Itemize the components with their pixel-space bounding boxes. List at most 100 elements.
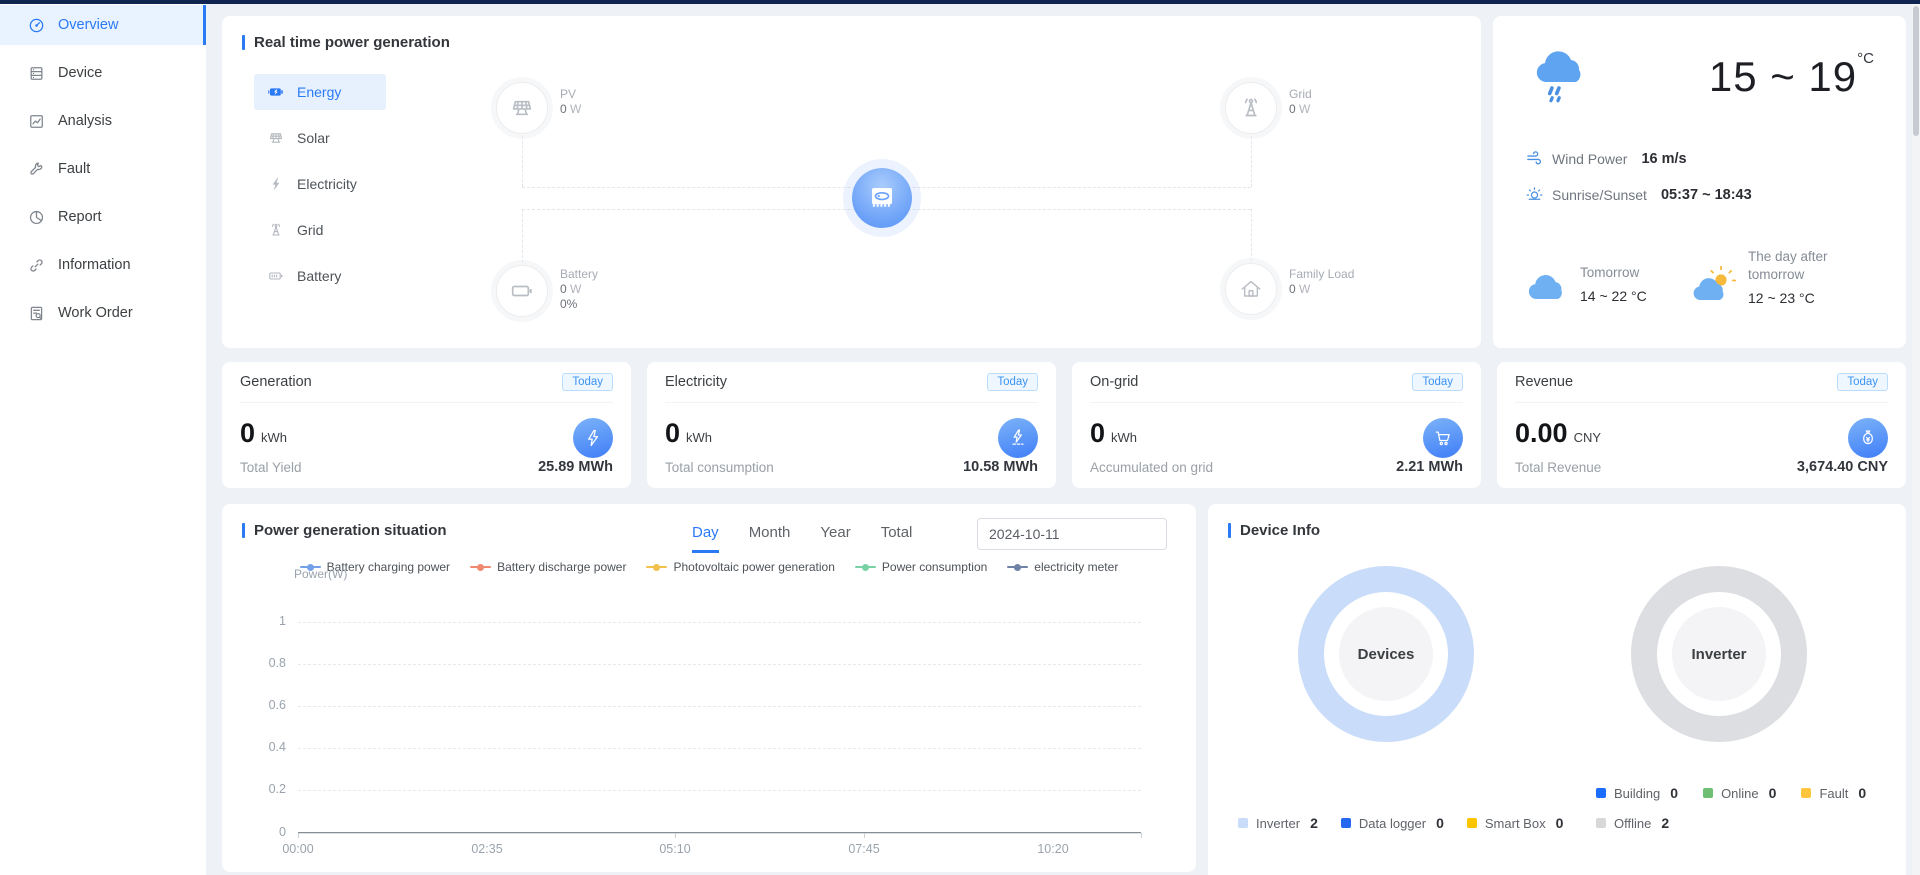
tab-battery[interactable]: Battery xyxy=(254,258,386,294)
pv-name: PV xyxy=(560,87,581,102)
devices-donut-chart: Devices xyxy=(1298,566,1474,742)
date-picker[interactable] xyxy=(977,518,1167,550)
wind-power-value: 16 m/s xyxy=(1641,151,1686,167)
card-footer-value: 25.89 MWh xyxy=(538,459,613,475)
today-badge[interactable]: Today xyxy=(1837,373,1888,391)
sidebar-item-label: Work Order xyxy=(58,305,133,321)
family-load-node xyxy=(1225,263,1277,315)
tab-solar[interactable]: Solar xyxy=(254,120,386,156)
sunrise-icon xyxy=(1526,186,1543,203)
device-info-panel: Device Info Devices Inverter Building 0 xyxy=(1208,504,1906,875)
wind-power-row: Wind Power 16 m/s xyxy=(1526,150,1687,167)
solar-panel-icon xyxy=(268,130,284,146)
x-tick: 07:45 xyxy=(834,842,894,856)
tomorrow-label: Tomorrow xyxy=(1580,264,1647,282)
legend-fault[interactable]: Fault 0 xyxy=(1801,785,1866,801)
legend-online[interactable]: Online 0 xyxy=(1703,785,1776,801)
flow-line-battery xyxy=(522,209,523,263)
bolt-icon xyxy=(573,418,613,458)
date-input[interactable] xyxy=(989,526,1170,542)
scrollbar-thumb[interactable] xyxy=(1913,6,1919,136)
card-title: Electricity xyxy=(665,374,727,390)
energy-battery-icon xyxy=(268,84,284,100)
x-tick: 05:10 xyxy=(645,842,705,856)
antenna-icon xyxy=(1239,96,1263,120)
wind-power-label: Wind Power xyxy=(1552,151,1627,167)
gauge-icon xyxy=(28,17,45,34)
legend-electricity-meter[interactable]: electricity meter xyxy=(1007,560,1118,574)
today-badge[interactable]: Today xyxy=(1412,373,1463,391)
sidebar-item-analysis[interactable]: Analysis xyxy=(0,101,206,141)
tomorrow-range: 14 ~ 22 °C xyxy=(1580,288,1647,304)
y-tick: 0.4 xyxy=(246,740,286,754)
sunrise-sunset-row: Sunrise/Sunset 05:37 ~ 18:43 xyxy=(1526,186,1752,203)
sidebar-item-label: Report xyxy=(58,209,102,225)
battery-name: Battery xyxy=(560,267,598,282)
lightning-icon xyxy=(268,176,284,192)
legend-battery-discharge[interactable]: Battery discharge power xyxy=(470,560,626,574)
x-tickmark xyxy=(298,833,299,838)
scrollbar[interactable] xyxy=(1912,4,1920,875)
devices-legend-row: Inverter 2 Data logger 0 Smart Box 0 xyxy=(1238,815,1563,831)
cloud-icon xyxy=(1525,272,1569,302)
antenna-icon xyxy=(268,222,284,238)
weather-panel: 15 ~ 19°C Wind Power 16 m/s Sunrise/Suns… xyxy=(1493,16,1906,348)
sidebar-item-label: Device xyxy=(58,65,102,81)
x-tickmark xyxy=(864,833,865,838)
legend-smart-box[interactable]: Smart Box 0 xyxy=(1467,815,1563,831)
sidebar-item-device[interactable]: Device xyxy=(0,53,206,93)
main-content: Real time power generation Energy Solar … xyxy=(206,4,1920,875)
legend-inverter[interactable]: Inverter 2 xyxy=(1238,815,1318,831)
chart-period-tabs: Day Month Year Total xyxy=(692,524,912,553)
tab-day[interactable]: Day xyxy=(692,524,719,553)
legend-building[interactable]: Building 0 xyxy=(1596,785,1678,801)
gridline xyxy=(298,706,1141,707)
x-tickmark xyxy=(1141,833,1142,838)
grid-node xyxy=(1225,82,1277,134)
inverter-node xyxy=(852,168,912,228)
sidebar-item-information[interactable]: Information xyxy=(0,245,206,285)
solar-panel-icon xyxy=(510,96,534,120)
house-icon xyxy=(1239,277,1263,301)
inverter-donut-label: Inverter xyxy=(1672,607,1766,701)
card-unit: kWh xyxy=(261,430,287,445)
flow-line-family xyxy=(1251,209,1252,261)
legend-photovoltaic[interactable]: Photovoltaic power generation xyxy=(646,560,834,574)
card-title: Generation xyxy=(240,374,312,390)
x-tick: 02:35 xyxy=(457,842,517,856)
x-tick: 00:00 xyxy=(268,842,328,856)
inverter-status-legend-row2: Offline 2 xyxy=(1596,815,1669,831)
tab-total[interactable]: Total xyxy=(881,524,913,553)
gridline xyxy=(298,664,1141,665)
tab-label: Electricity xyxy=(297,176,357,192)
electricity-card: Electricity Today 0 kWh Total consumptio… xyxy=(647,362,1056,488)
sidebar-item-work-order[interactable]: Work Order xyxy=(0,293,206,333)
sidebar-item-overview[interactable]: Overview xyxy=(0,5,206,45)
sidebar-item-report[interactable]: Report xyxy=(0,197,206,237)
tab-label: Energy xyxy=(297,84,341,100)
legend-offline[interactable]: Offline 2 xyxy=(1596,815,1669,831)
gridline xyxy=(298,790,1141,791)
tab-energy[interactable]: Energy xyxy=(254,74,386,110)
generation-card: Generation Today 0 kWh Total Yield 25.89… xyxy=(222,362,631,488)
card-footer-label: Total consumption xyxy=(665,460,774,475)
card-value: 0.00 xyxy=(1515,418,1568,449)
sidebar-item-fault[interactable]: Fault xyxy=(0,149,206,189)
legend-power-consumption[interactable]: Power consumption xyxy=(855,560,987,574)
realtime-power-panel: Real time power generation Energy Solar … xyxy=(222,16,1481,348)
legend-data-logger[interactable]: Data logger 0 xyxy=(1341,815,1444,831)
tab-grid[interactable]: Grid xyxy=(254,212,386,248)
tab-electricity[interactable]: Electricity xyxy=(254,166,386,202)
battery-label: Battery 0 W 0% xyxy=(560,267,598,312)
tab-year[interactable]: Year xyxy=(820,524,850,553)
x-tick: 10:20 xyxy=(1023,842,1083,856)
today-badge[interactable]: Today xyxy=(987,373,1038,391)
inverter-status-legend-row1: Building 0 Online 0 Fault 0 xyxy=(1596,785,1866,801)
devices-donut-label: Devices xyxy=(1339,607,1433,701)
sidebar-item-label: Overview xyxy=(58,17,118,33)
tab-month[interactable]: Month xyxy=(749,524,791,553)
today-badge[interactable]: Today xyxy=(562,373,613,391)
power-generation-chart-panel: Power generation situation Day Month Yea… xyxy=(222,504,1196,872)
pv-value: 0 xyxy=(560,102,567,116)
battery-soc: 0% xyxy=(560,297,598,312)
